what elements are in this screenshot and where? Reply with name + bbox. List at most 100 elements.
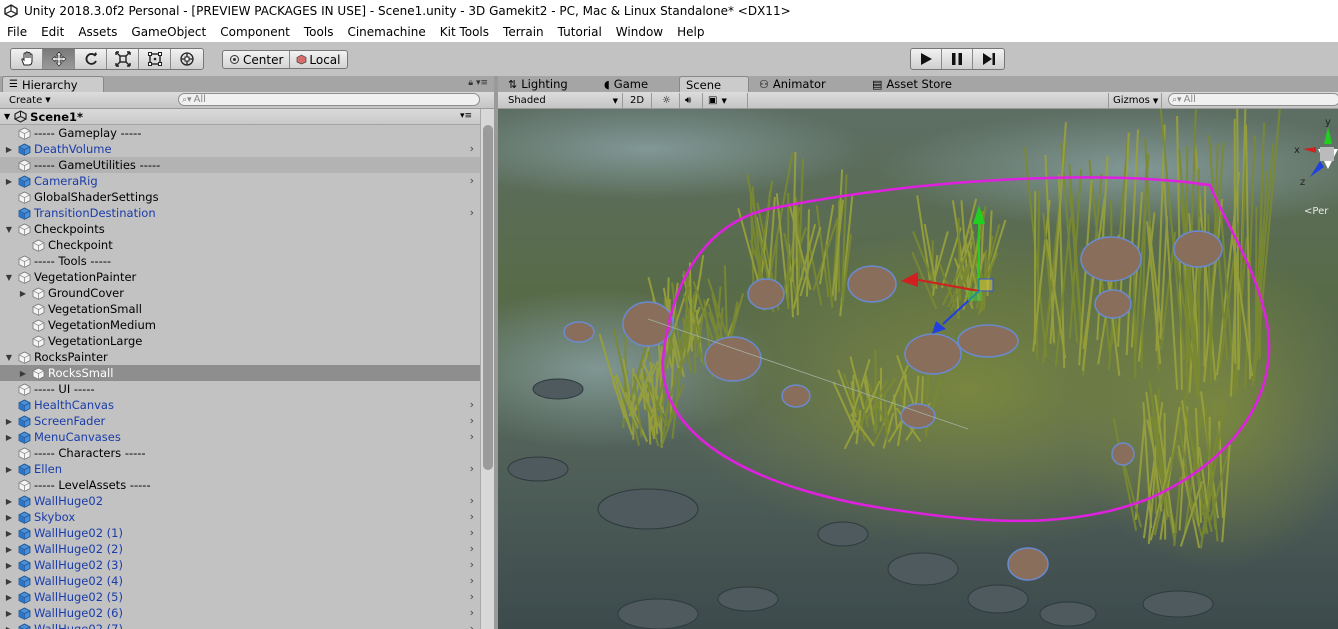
expand-arrow-icon[interactable]: ▶	[4, 576, 14, 586]
hierarchy-row[interactable]: HealthCanvas ›	[0, 397, 480, 413]
hierarchy-scrollbar[interactable]	[480, 109, 494, 629]
hierarchy-search-input[interactable]: ⌕▾ All	[178, 93, 480, 106]
hierarchy-row[interactable]: ----- Tools -----	[0, 253, 480, 269]
gizmo-plane-handle[interactable]	[978, 278, 994, 292]
pivot-center-button[interactable]: Center	[223, 51, 291, 68]
2d-toggle-button[interactable]: 2D	[626, 93, 652, 108]
menu-item-gameobject[interactable]: GameObject	[124, 22, 213, 42]
effects-dropdown[interactable]: ▣ ▼	[704, 93, 748, 108]
tab-hierarchy[interactable]: ☰ Hierarchy	[2, 76, 104, 92]
pause-icon[interactable]	[942, 49, 973, 69]
expand-arrow-icon[interactable]: ▶	[18, 288, 28, 298]
hand-tool-icon[interactable]	[11, 49, 43, 69]
chevron-right-icon[interactable]: ›	[470, 510, 474, 523]
scale-tool-icon[interactable]	[107, 49, 139, 69]
chevron-right-icon[interactable]: ›	[470, 142, 474, 155]
rotate-tool-icon[interactable]	[75, 49, 107, 69]
expand-arrow-icon[interactable]: ▶	[4, 624, 14, 629]
lighting-toggle-icon[interactable]: ☼	[658, 93, 680, 108]
hierarchy-row[interactable]: GlobalShaderSettings	[0, 189, 480, 205]
menu-item-component[interactable]: Component	[213, 22, 297, 42]
expand-arrow-icon[interactable]: ▶	[4, 608, 14, 618]
hierarchy-row[interactable]: ▶ CameraRig ›	[0, 173, 480, 189]
chevron-right-icon[interactable]: ›	[470, 542, 474, 555]
menu-item-tools[interactable]: Tools	[297, 22, 341, 42]
chevron-right-icon[interactable]: ›	[470, 494, 474, 507]
chevron-right-icon[interactable]: ›	[470, 574, 474, 587]
chevron-right-icon[interactable]: ›	[470, 206, 474, 219]
menu-item-kit-tools[interactable]: Kit Tools	[433, 22, 496, 42]
hierarchy-row[interactable]: ▶ Skybox ›	[0, 509, 480, 525]
chevron-right-icon[interactable]: ›	[470, 526, 474, 539]
expand-arrow-icon[interactable]: ▶	[4, 496, 14, 506]
expand-arrow-icon[interactable]: ▶	[4, 416, 14, 426]
play-icon[interactable]	[911, 49, 942, 69]
pivot-space-button[interactable]: Local	[290, 51, 346, 68]
hierarchy-row[interactable]: ▶ MenuCanvases ›	[0, 429, 480, 445]
expand-arrow-icon[interactable]: ▶	[4, 544, 14, 554]
scrollbar-thumb[interactable]	[483, 125, 493, 470]
menu-item-terrain[interactable]: Terrain	[496, 22, 551, 42]
hierarchy-row[interactable]: ----- Gameplay -----	[0, 125, 480, 141]
hierarchy-row[interactable]: ▶ WallHuge02 (3) ›	[0, 557, 480, 573]
hierarchy-row[interactable]: ▶ WallHuge02 (2) ›	[0, 541, 480, 557]
hierarchy-row[interactable]: ▶ WallHuge02 (7) ›	[0, 621, 480, 629]
hierarchy-row[interactable]: ▶ WallHuge02 (6) ›	[0, 605, 480, 621]
hierarchy-row[interactable]: ▼ VegetationPainter	[0, 269, 480, 285]
step-icon[interactable]	[973, 49, 1004, 69]
scene-header[interactable]: ▼ Scene1* ▾≡	[0, 109, 480, 125]
move-tool-icon[interactable]	[43, 49, 75, 69]
chevron-right-icon[interactable]: ›	[470, 174, 474, 187]
gizmos-dropdown[interactable]: Gizmos ▼	[1108, 93, 1162, 108]
audio-toggle-icon[interactable]: 🔊︎	[681, 93, 703, 108]
tab-asset-store[interactable]: ▤ Asset Store	[866, 76, 986, 92]
hierarchy-row[interactable]: ----- Characters -----	[0, 445, 480, 461]
menu-item-cinemachine[interactable]: Cinemachine	[340, 22, 432, 42]
hierarchy-row[interactable]: TransitionDestination ›	[0, 205, 480, 221]
menu-item-tutorial[interactable]: Tutorial	[551, 22, 609, 42]
expand-arrow-icon[interactable]: ▶	[4, 464, 14, 474]
hierarchy-row[interactable]: ▶ WallHuge02 (5) ›	[0, 589, 480, 605]
hierarchy-row[interactable]: ▼ Checkpoints	[0, 221, 480, 237]
expand-arrow-icon[interactable]: ▼	[4, 224, 14, 234]
hierarchy-row[interactable]: VegetationSmall	[0, 301, 480, 317]
hierarchy-row[interactable]: ▶ Ellen ›	[0, 461, 480, 477]
hierarchy-row[interactable]: ▶ GroundCover	[0, 285, 480, 301]
panel-menu-icon[interactable]: ▾≡	[476, 78, 488, 88]
hierarchy-row[interactable]: ▶ WallHuge02 ›	[0, 493, 480, 509]
lock-icon[interactable]: 🔒︎	[468, 78, 473, 88]
expand-arrow-icon[interactable]: ▶	[4, 176, 14, 186]
expand-arrow-icon[interactable]: ▶	[4, 560, 14, 570]
hierarchy-row[interactable]: ▶ WallHuge02 (4) ›	[0, 573, 480, 589]
chevron-right-icon[interactable]: ›	[470, 430, 474, 443]
hierarchy-row[interactable]: ----- GameUtilities -----	[0, 157, 480, 173]
rect-tool-icon[interactable]	[139, 49, 171, 69]
menu-item-assets[interactable]: Assets	[71, 22, 124, 42]
shading-mode-dropdown[interactable]: Shaded ▼	[504, 93, 623, 108]
chevron-right-icon[interactable]: ›	[470, 398, 474, 411]
hierarchy-row[interactable]: ▶ RocksSmall	[0, 365, 480, 381]
menu-item-window[interactable]: Window	[609, 22, 670, 42]
tab-animator[interactable]: ⚇ Animator	[753, 76, 863, 92]
chevron-right-icon[interactable]: ›	[470, 606, 474, 619]
hierarchy-lock-menu[interactable]: 🔒︎ ▾≡	[468, 78, 488, 88]
menu-item-help[interactable]: Help	[670, 22, 711, 42]
expand-arrow-icon[interactable]: ▶	[18, 368, 28, 378]
tab-game[interactable]: ◖ Game	[598, 76, 676, 92]
hierarchy-row[interactable]: ----- UI -----	[0, 381, 480, 397]
expand-arrow-icon[interactable]: ▼	[4, 352, 14, 362]
hierarchy-row[interactable]: ▶ WallHuge02 (1) ›	[0, 525, 480, 541]
chevron-right-icon[interactable]: ›	[470, 414, 474, 427]
hierarchy-row[interactable]: VegetationMedium	[0, 317, 480, 333]
expand-arrow-icon[interactable]: ▶	[4, 432, 14, 442]
expand-arrow-icon[interactable]: ▼	[4, 272, 14, 282]
transform-tool-icon[interactable]	[171, 49, 203, 69]
scene-search-input[interactable]: ⌕▾ All	[1168, 93, 1338, 106]
chevron-right-icon[interactable]: ›	[470, 462, 474, 475]
gizmo-plane-handle[interactable]	[968, 291, 982, 301]
scene-render[interactable]: y x z <Per	[498, 109, 1338, 629]
hierarchy-row[interactable]: VegetationLarge	[0, 333, 480, 349]
expand-arrow-icon[interactable]: ▶	[4, 144, 14, 154]
scene-menu-icon[interactable]: ▾≡	[460, 111, 472, 121]
projection-label[interactable]: <Per	[1304, 206, 1329, 217]
